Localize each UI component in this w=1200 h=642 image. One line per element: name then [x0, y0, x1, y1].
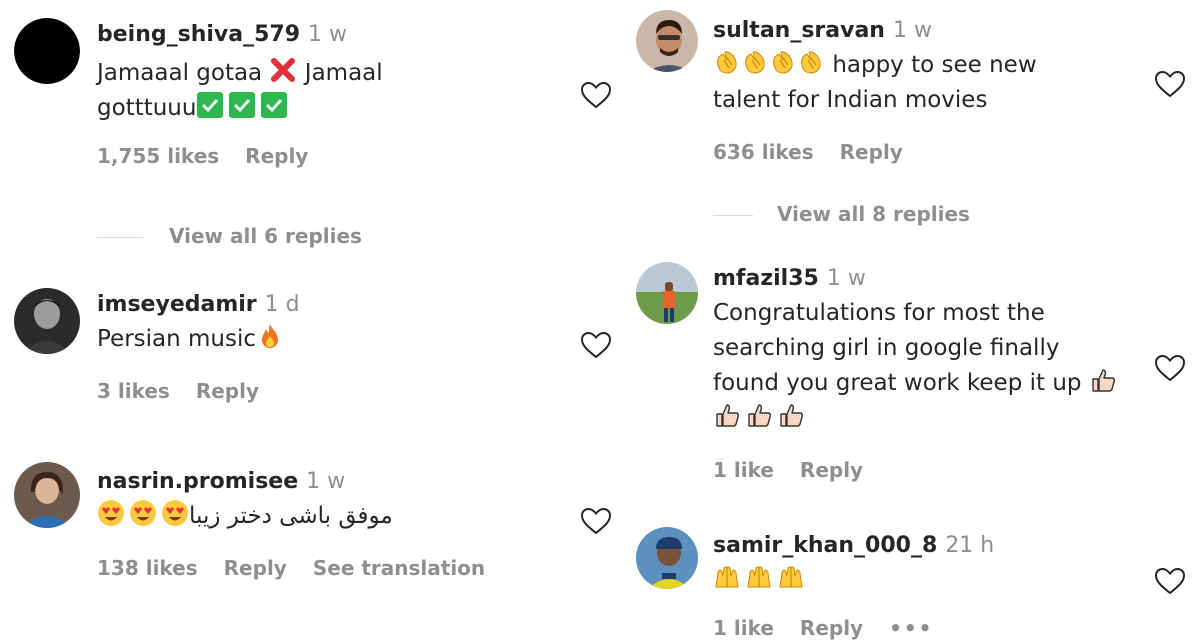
comment-time[interactable]: 21 h: [945, 533, 994, 558]
reply-button[interactable]: Reply: [245, 144, 308, 168]
comment-time[interactable]: 1 d: [265, 292, 300, 317]
heart-eyes-face-icon: [161, 499, 189, 527]
likes-count[interactable]: 636 likes: [713, 140, 814, 164]
thumbs-up-icon: [1089, 366, 1117, 394]
heart-eyes-face-icon: [129, 499, 157, 527]
like-heart-icon[interactable]: [1154, 69, 1186, 99]
check-box-icon: [196, 91, 224, 119]
comment-time[interactable]: 1 w: [893, 18, 932, 43]
comment-text: happy to see new talent for Indian movie…: [713, 48, 1173, 118]
heart-eyes-face-icon: [97, 499, 125, 527]
avatar[interactable]: [14, 18, 80, 84]
avatar[interactable]: [636, 527, 698, 589]
check-box-icon: [228, 91, 256, 119]
likes-count[interactable]: 1 like: [713, 616, 774, 640]
comment-username[interactable]: nasrin.promisee: [97, 469, 298, 494]
divider-line: [97, 237, 143, 238]
raising-hands-icon: [713, 563, 741, 591]
view-replies-button[interactable]: View all 8 replies: [713, 200, 970, 228]
comment-username[interactable]: imseyedamir: [97, 292, 257, 317]
raising-hands-icon: [745, 563, 773, 591]
comment-text: موفق باشی دختر زیبا: [97, 499, 567, 534]
avatar[interactable]: [636, 10, 698, 72]
thumbs-up-icon: [713, 401, 741, 429]
clapping-hands-icon: [741, 48, 769, 76]
avatar[interactable]: [14, 462, 80, 528]
likes-count[interactable]: 1,755 likes: [97, 144, 219, 168]
comment-text: Persian music: [97, 322, 567, 357]
clapping-hands-icon: [797, 48, 825, 76]
check-box-icon: [260, 91, 288, 119]
comment-text: [713, 563, 1153, 598]
thumbs-up-icon: [777, 401, 805, 429]
reply-button[interactable]: Reply: [224, 556, 287, 580]
like-heart-icon[interactable]: [580, 506, 612, 536]
likes-count[interactable]: 138 likes: [97, 556, 198, 580]
divider-line: [713, 215, 753, 216]
view-replies-button[interactable]: View all 6 replies: [97, 222, 362, 250]
reply-button[interactable]: Reply: [800, 616, 863, 640]
clapping-hands-icon: [713, 48, 741, 76]
comment-username[interactable]: being_shiva_579: [97, 22, 300, 47]
clapping-hands-icon: [769, 48, 797, 76]
thumbs-up-icon: [745, 401, 773, 429]
likes-count[interactable]: 1 like: [713, 458, 774, 482]
reply-button[interactable]: Reply: [196, 379, 259, 403]
like-heart-icon[interactable]: [1154, 566, 1186, 596]
raising-hands-icon: [777, 563, 805, 591]
like-heart-icon[interactable]: [580, 330, 612, 360]
reply-button[interactable]: Reply: [800, 458, 863, 482]
avatar[interactable]: [14, 288, 80, 354]
cross-mark-icon: [269, 56, 297, 84]
avatar[interactable]: [636, 262, 698, 324]
more-options-icon[interactable]: •••: [889, 616, 933, 640]
like-heart-icon[interactable]: [580, 80, 612, 110]
comment-time[interactable]: 1 w: [308, 22, 347, 47]
reply-button[interactable]: Reply: [840, 140, 903, 164]
comment-text: Congratulations for most the searching g…: [713, 296, 1153, 436]
like-heart-icon[interactable]: [1154, 353, 1186, 383]
comment-username[interactable]: mfazil35: [713, 266, 819, 291]
fire-icon: [256, 322, 284, 350]
comment-time[interactable]: 1 w: [827, 266, 866, 291]
see-translation-button[interactable]: See translation: [313, 556, 485, 580]
comment-text: Jamaaal gotaa Jamaal gotttuuu: [97, 56, 567, 126]
comment-time[interactable]: 1 w: [306, 469, 345, 494]
comment-username[interactable]: sultan_sravan: [713, 18, 885, 43]
comment-username[interactable]: samir_khan_000_8: [713, 533, 937, 558]
likes-count[interactable]: 3 likes: [97, 379, 170, 403]
